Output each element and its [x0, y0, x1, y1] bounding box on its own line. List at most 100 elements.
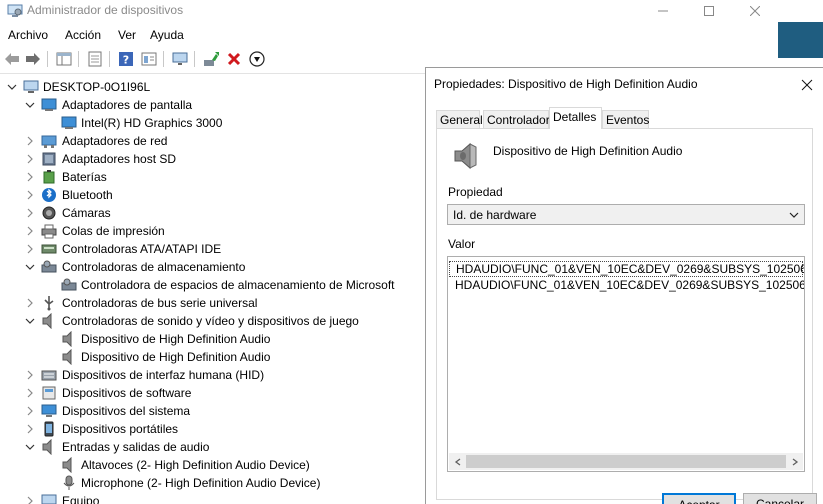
tab-eventos[interactable]: Eventos: [602, 110, 649, 129]
chevron-right-icon[interactable]: [25, 208, 35, 218]
chevron-right-icon[interactable]: [25, 154, 35, 164]
maximize-icon: [704, 6, 714, 16]
tree-device-item[interactable]: Dispositivo de High Definition Audio: [81, 350, 270, 364]
chevron-right-icon[interactable]: [25, 496, 35, 504]
scroll-left-button[interactable]: [449, 453, 466, 470]
toolbar-separator: [194, 51, 195, 67]
toolbar-separator: [47, 51, 48, 67]
sd-host-icon: [42, 152, 56, 166]
speaker-icon: [62, 331, 72, 347]
close-window-button[interactable]: [732, 0, 778, 22]
scan-hardware-icon: [249, 51, 265, 67]
chevron-down-icon[interactable]: [25, 100, 35, 110]
value-list-item[interactable]: HDAUDIO\FUNC_01&VEN_10EC&DEV_0269&SUBSYS…: [449, 278, 804, 294]
ok-button[interactable]: Aceptar: [662, 493, 736, 504]
chevron-down-icon[interactable]: [7, 82, 17, 92]
tree-category-item[interactable]: Equipo: [62, 494, 99, 504]
chevron-right-icon[interactable]: [25, 136, 35, 146]
chevron-right-icon: [792, 457, 798, 466]
dialog-tabs: General Controlador Detalles Eventos: [436, 107, 816, 129]
chevron-right-icon[interactable]: [25, 370, 35, 380]
storage-controller-icon: [41, 260, 57, 273]
tree-device-item[interactable]: Altavoces (2- High Definition Audio Devi…: [81, 458, 310, 472]
chevron-right-icon[interactable]: [25, 298, 35, 308]
tree-category-item[interactable]: Bluetooth: [62, 188, 113, 202]
chevron-right-icon[interactable]: [25, 172, 35, 182]
speaker-icon: [42, 439, 52, 455]
background-window-strip: [778, 22, 823, 58]
minimize-button[interactable]: [640, 0, 686, 22]
software-device-icon: [42, 386, 56, 400]
properties-button[interactable]: [86, 50, 104, 68]
tree-category-item[interactable]: Controladoras de sonido y vídeo y dispos…: [62, 314, 359, 328]
value-list[interactable]: HDAUDIO\FUNC_01&VEN_10EC&DEV_0269&SUBSYS…: [447, 256, 805, 472]
menu-accion[interactable]: Acción: [65, 28, 101, 42]
tree-category-item[interactable]: Dispositivos de interfaz humana (HID): [62, 368, 264, 382]
properties-dialog: Propiedades: Dispositivo de High Definit…: [425, 67, 823, 504]
scan-hardware-button[interactable]: [248, 50, 266, 68]
chevron-down-icon[interactable]: [25, 316, 35, 326]
tree-category-item[interactable]: Baterías: [62, 170, 107, 184]
tree-category-item[interactable]: Adaptadores host SD: [62, 152, 176, 166]
value-list-item[interactable]: HDAUDIO\FUNC_01&VEN_10EC&DEV_0269&SUBSYS…: [449, 261, 804, 277]
tree-category-item[interactable]: Cámaras: [62, 206, 111, 220]
tab-general[interactable]: General: [436, 110, 483, 129]
chevron-down-icon[interactable]: [25, 262, 35, 272]
scrollbar-thumb[interactable]: [466, 455, 786, 468]
tree-device-item[interactable]: Intel(R) HD Graphics 3000: [81, 116, 222, 130]
scroll-right-button[interactable]: [786, 453, 803, 470]
tree-category-item[interactable]: Dispositivos del sistema: [62, 404, 190, 418]
forward-button[interactable]: [24, 50, 42, 68]
title-bar[interactable]: Administrador de dispositivos: [0, 0, 778, 22]
back-button[interactable]: [3, 50, 21, 68]
view-button[interactable]: [140, 50, 158, 68]
system-device-icon: [41, 404, 57, 417]
properties-icon: [88, 51, 102, 67]
tree-category-item[interactable]: Controladoras de almacenamiento: [62, 260, 245, 274]
tree-device-item[interactable]: Dispositivo de High Definition Audio: [81, 332, 270, 346]
chevron-right-icon[interactable]: [25, 424, 35, 434]
window-title: Administrador de dispositivos: [27, 3, 184, 17]
cancel-button[interactable]: Cancelar: [743, 493, 817, 504]
chevron-right-icon[interactable]: [25, 190, 35, 200]
chevron-right-icon[interactable]: [25, 244, 35, 254]
tree-category-item[interactable]: Controladoras ATA/ATAPI IDE: [62, 242, 221, 256]
update-driver-button[interactable]: [202, 50, 220, 68]
chevron-down-icon: [789, 212, 799, 218]
property-dropdown[interactable]: Id. de hardware: [447, 204, 805, 225]
tree-category-item[interactable]: Adaptadores de pantalla: [62, 98, 192, 112]
menu-ayuda[interactable]: Ayuda: [150, 28, 184, 42]
tree-device-item[interactable]: Controladora de espacios de almacenamien…: [81, 278, 395, 292]
tree-category-item[interactable]: Dispositivos de software: [62, 386, 191, 400]
monitor-button[interactable]: [171, 50, 189, 68]
ide-controller-icon: [41, 244, 57, 254]
tree-category-item[interactable]: Adaptadores de red: [62, 134, 167, 148]
menu-archivo[interactable]: Archivo: [8, 28, 48, 42]
close-icon: [801, 79, 813, 91]
tab-controlador[interactable]: Controlador: [483, 110, 550, 129]
tree-root-item[interactable]: DESKTOP-0O1I96L: [43, 80, 150, 94]
tab-detalles[interactable]: Detalles: [549, 107, 602, 129]
help-button[interactable]: ?: [117, 50, 135, 68]
device-tree: DESKTOP-0O1I96L Adaptadores de pantalla In…: [0, 78, 426, 504]
horizontal-scrollbar[interactable]: [449, 453, 803, 470]
chevron-down-icon[interactable]: [25, 442, 35, 452]
tree-category-item[interactable]: Entradas y salidas de audio: [62, 440, 209, 454]
tree-category-item[interactable]: Colas de impresión: [62, 224, 165, 238]
chevron-left-icon: [454, 457, 460, 466]
battery-icon: [43, 170, 55, 184]
tree-device-item[interactable]: Microphone (2- High Definition Audio Dev…: [81, 476, 320, 490]
tree-category-item[interactable]: Dispositivos portátiles: [62, 422, 178, 436]
tree-category-item[interactable]: Controladoras de bus serie universal: [62, 296, 257, 310]
chevron-right-icon[interactable]: [25, 388, 35, 398]
menu-ver[interactable]: Ver: [118, 28, 136, 42]
maximize-button[interactable]: [686, 0, 732, 22]
chevron-right-icon[interactable]: [25, 226, 35, 236]
menu-bar: Archivo Acción Ver Ayuda: [0, 25, 778, 45]
value-label: Valor: [448, 237, 476, 251]
show-hide-console-tree-button[interactable]: [55, 50, 73, 68]
uninstall-button[interactable]: [225, 50, 243, 68]
property-dropdown-value: Id. de hardware: [453, 208, 537, 222]
chevron-right-icon[interactable]: [25, 406, 35, 416]
dialog-close-button[interactable]: [796, 74, 818, 96]
